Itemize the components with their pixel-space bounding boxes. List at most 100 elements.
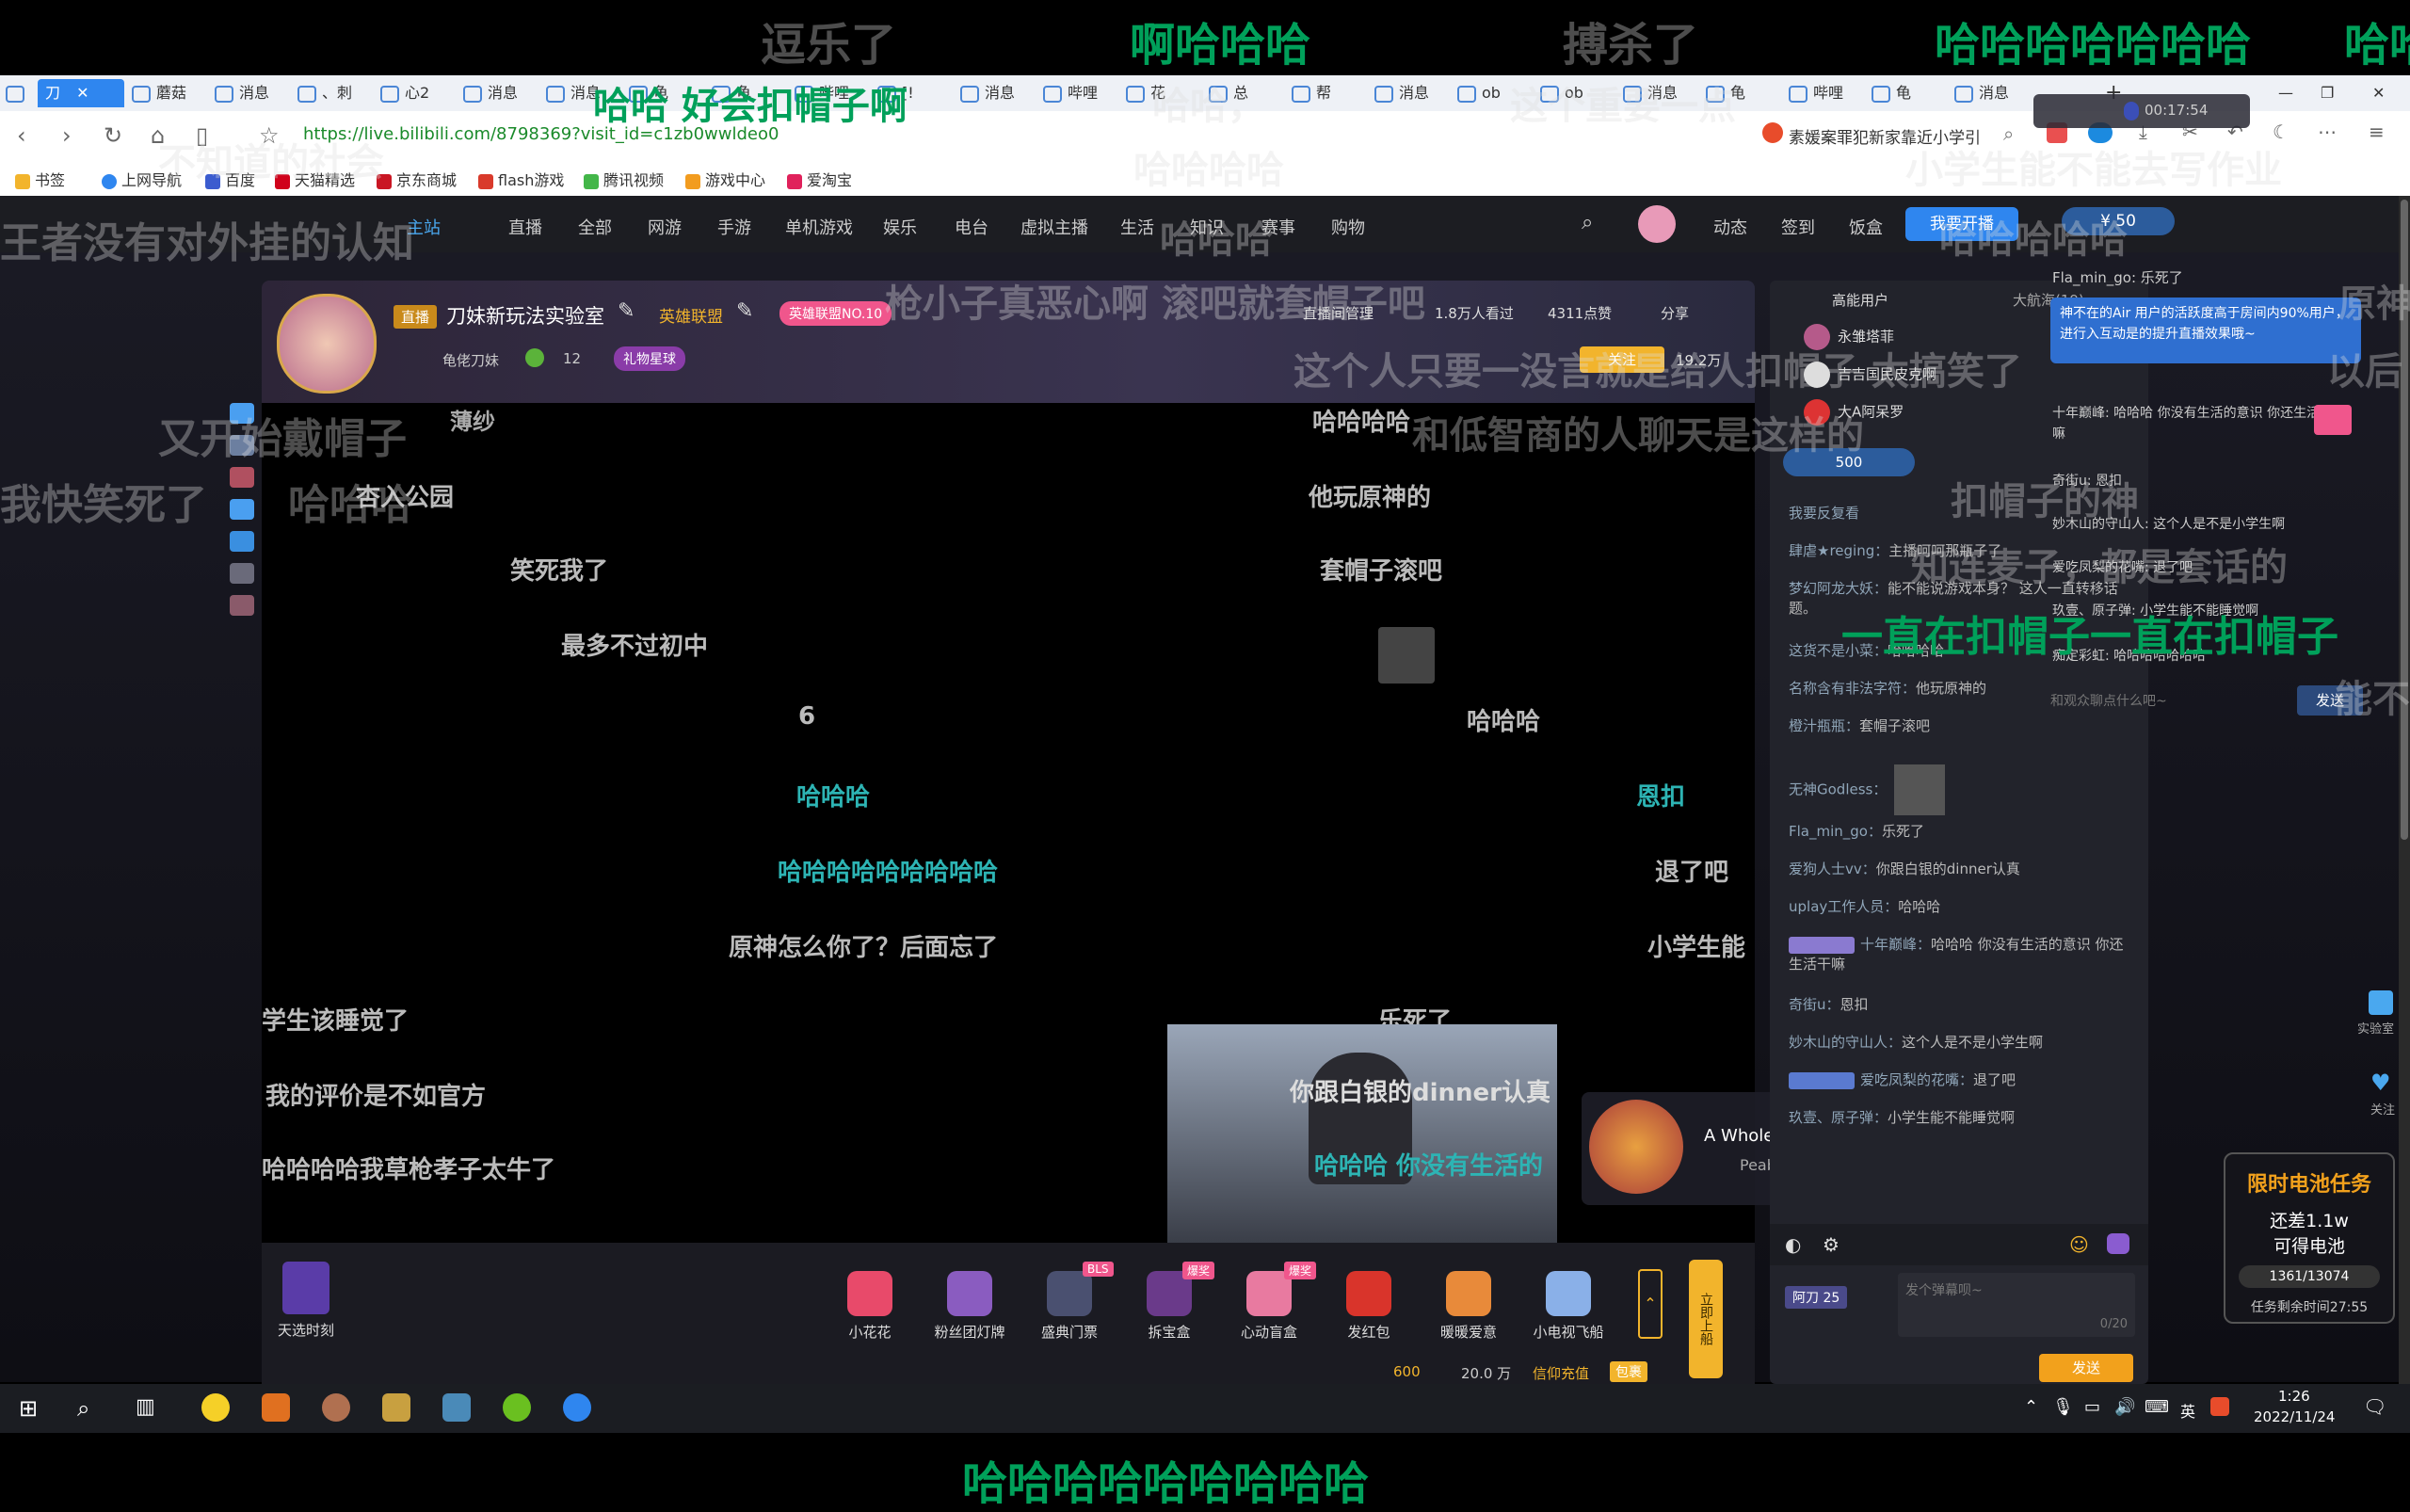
browser-tab[interactable]: 心2 [380, 79, 456, 107]
task-view-icon[interactable]: ▥ [136, 1395, 155, 1419]
board-ship-button[interactable]: 立即上船 [1689, 1260, 1723, 1378]
user-avatar[interactable] [1638, 205, 1676, 243]
search-icon[interactable]: ⌕ [77, 1395, 89, 1422]
side-icon[interactable] [230, 499, 254, 520]
maximize-icon[interactable]: ❐ [2321, 79, 2349, 107]
browser-app-icon[interactable] [563, 1393, 591, 1422]
edit-icon[interactable]: ✎ [736, 299, 753, 323]
clock-date[interactable]: 2022/11/24 [2254, 1408, 2335, 1425]
nav-lunchbox[interactable]: 饭盒 [1849, 215, 1883, 239]
user-badge[interactable]: 阿刀 25 [1785, 1286, 1848, 1309]
expand-gifts-button[interactable]: ⌃ [1638, 1269, 1663, 1339]
streamer-avatar[interactable] [277, 294, 377, 394]
minimize-icon[interactable]: — [2278, 79, 2306, 107]
app-icon[interactable] [201, 1393, 230, 1422]
nav-all[interactable]: 全部 [578, 215, 612, 239]
gift-item[interactable]: 小电视飞船 [1531, 1271, 1606, 1342]
bookmark-item[interactable]: 腾讯视频 [584, 168, 664, 190]
bookmark-item[interactable]: 书签 [15, 168, 65, 190]
browser-logo-icon[interactable] [6, 79, 32, 107]
gift-item[interactable]: 发红包 [1331, 1271, 1406, 1342]
side-icon[interactable] [230, 467, 254, 488]
browser-tab[interactable]: 蘑菇 [132, 79, 207, 107]
app-icon[interactable] [2314, 405, 2352, 435]
gift-item[interactable]: 小花花 [832, 1271, 908, 1342]
app-icon[interactable] [382, 1393, 410, 1422]
nav-entertainment[interactable]: 娱乐 [883, 215, 917, 239]
bookmark-item[interactable]: 京东商城 [377, 168, 457, 190]
recharge-link[interactable]: 信仰充值 [1533, 1363, 1589, 1383]
browser-tab[interactable]: 、刺 [297, 79, 373, 107]
nav-online-games[interactable]: 网游 [648, 215, 682, 239]
gift-item[interactable]: 粉丝团灯牌 [932, 1271, 1007, 1342]
gift-item[interactable]: 暖暖爱意 [1431, 1271, 1506, 1342]
nav-shopping[interactable]: 购物 [1331, 215, 1365, 239]
browser-tab[interactable]: 哔哩 [1789, 79, 1864, 107]
tray-expand-icon[interactable]: ⌃ [2024, 1397, 2038, 1417]
input-language[interactable]: 英 [2180, 1399, 2195, 1422]
clock-time[interactable]: 1:26 [2278, 1388, 2310, 1405]
sogou-icon[interactable] [2210, 1397, 2229, 1416]
tab-high-energy[interactable]: 高能用户 [1832, 290, 1888, 310]
heart-icon[interactable]: ♥ [2370, 1070, 2391, 1096]
nav-single-games[interactable]: 单机游戏 [785, 215, 853, 239]
lab-icon[interactable] [2369, 990, 2393, 1015]
gift-item[interactable]: 心动盲盒 [1231, 1271, 1307, 1342]
bag-button[interactable]: 包裹 [1610, 1361, 1647, 1382]
back-icon[interactable]: ‹ [17, 122, 26, 149]
lottery-button[interactable]: 天选时刻 [273, 1262, 339, 1340]
network-icon[interactable]: ▭ [2084, 1397, 2100, 1417]
microphone-icon[interactable]: 🎙 [2052, 1397, 2074, 1417]
app-icon[interactable] [262, 1393, 290, 1422]
browser-tab[interactable]: 哔哩 [1043, 79, 1118, 107]
room-category[interactable]: 英雄联盟 [659, 303, 723, 327]
edit-icon[interactable]: ✎ [618, 299, 635, 323]
app-icon[interactable] [503, 1393, 531, 1422]
windows-start-icon[interactable]: ⊞ [19, 1395, 38, 1422]
gift-item[interactable]: 拆宝盒 [1132, 1271, 1207, 1342]
side-icon[interactable] [230, 563, 254, 584]
app-icon[interactable] [322, 1393, 350, 1422]
search-icon[interactable]: ⌕ [1582, 211, 1593, 234]
more-icon[interactable]: ⋯ [2318, 121, 2337, 143]
rank-badge[interactable]: 英雄联盟NO.10 [779, 301, 892, 326]
nav-radio[interactable]: 电台 [955, 215, 988, 239]
side-icon[interactable] [230, 595, 254, 616]
app-icon[interactable] [442, 1393, 471, 1422]
video-player[interactable]: 薄纱 哈哈哈哈 杏入公园 他玩原神的 笑死我了 套帽子滚吧 最多不过初中 6 哈… [262, 403, 1755, 1243]
nav-vtuber[interactable]: 虚拟主播 [1020, 215, 1088, 239]
gift-star-button[interactable]: 礼物星球 [614, 346, 685, 371]
overlay-input[interactable]: 和观众聊点什么吧~ [2050, 687, 2295, 716]
nav-mobile-games[interactable]: 手游 [717, 215, 751, 239]
browser-tab[interactable]: 消息 [1954, 79, 2030, 107]
menu-icon[interactable]: ≡ [2369, 121, 2385, 143]
notification-icon[interactable]: 🗨 [2363, 1395, 2386, 1418]
like-count[interactable]: 4311点赞 [1548, 303, 1612, 323]
browser-tab[interactable]: 消息 [1374, 79, 1450, 107]
browser-tab[interactable]: 消息 [215, 79, 290, 107]
browser-tab[interactable]: 帮 [1292, 79, 1367, 107]
gift-item[interactable]: 盛典门票 [1032, 1271, 1107, 1342]
settings-icon[interactable]: ⚙ [1823, 1233, 1840, 1256]
search-engine-icon[interactable] [1762, 122, 1783, 143]
palette-icon[interactable]: ◐ [1785, 1233, 1801, 1256]
bookmark-item[interactable]: flash游戏 [478, 168, 564, 190]
nav-dynamic[interactable]: 动态 [1713, 215, 1747, 239]
volume-icon[interactable]: 🔊 [2114, 1397, 2135, 1417]
tab-active[interactable]: 刀 ✕ [38, 79, 124, 107]
browser-tab[interactable]: 消息 [463, 79, 538, 107]
share-button[interactable]: 分享 [1661, 303, 1689, 323]
bookmark-item[interactable]: 爱淘宝 [787, 168, 852, 190]
forward-icon[interactable]: › [62, 122, 72, 149]
refresh-icon[interactable]: ↻ [104, 122, 122, 149]
window-close-icon[interactable]: ✕ [2372, 79, 2401, 107]
battery-task-card[interactable]: 限时电池任务 还差1.1w 可得电池 1361/13074 任务剩余时间27:5… [2224, 1152, 2395, 1324]
side-icon[interactable] [230, 531, 254, 552]
keyboard-icon[interactable]: ⌨ [2145, 1397, 2169, 1417]
nav-checkin[interactable]: 签到 [1781, 215, 1815, 239]
bookmark-item[interactable]: 游戏中心 [685, 168, 765, 190]
browser-tab[interactable]: 消息 [960, 79, 1036, 107]
nav-live[interactable]: 直播 [508, 215, 542, 239]
nav-life[interactable]: 生活 [1120, 215, 1154, 239]
browser-tab[interactable]: 龟 [1872, 79, 1947, 107]
